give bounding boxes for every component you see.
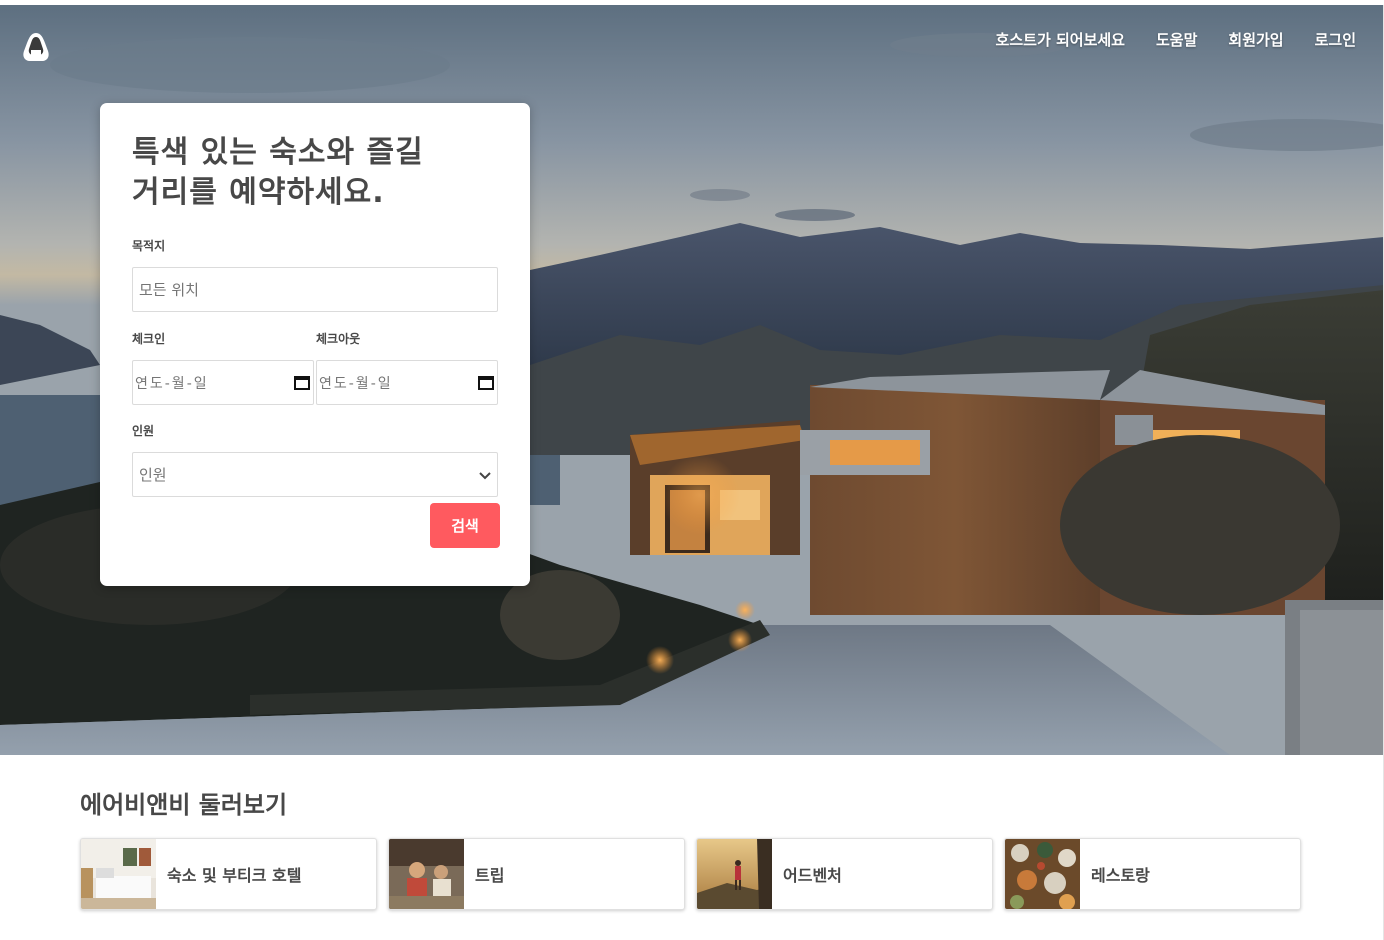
checkin-date-input[interactable]: 연도-월-일 [132, 360, 314, 405]
top-navigation: 호스트가 되어보세요 도움말 회원가입 로그인 [996, 29, 1356, 50]
food-table-photo-icon [1005, 839, 1080, 909]
destination-placeholder: 모든 위치 [139, 281, 199, 299]
guests-label: 인원 [132, 424, 155, 438]
destination-label: 목적지 [132, 239, 166, 253]
explore-card-label: 트립 [475, 866, 505, 885]
airbnb-logo-icon[interactable] [22, 31, 50, 63]
search-button[interactable]: 검색 [430, 503, 500, 548]
hiker-sunset-photo-icon [697, 839, 772, 909]
date-row: 체크인 연도-월-일 체크아웃 연도-월-일 [132, 330, 498, 405]
checkout-date-input[interactable]: 연도-월-일 [316, 360, 498, 405]
explore-card-adventures[interactable]: 어드벤처 [696, 838, 993, 910]
checkout-label: 체크아웃 [316, 332, 361, 346]
explore-card-label: 숙소 및 부티크 호텔 [167, 866, 302, 885]
calendar-icon[interactable] [294, 375, 310, 390]
nav-link-login[interactable]: 로그인 [1315, 29, 1356, 50]
guests-select[interactable]: 인원 [132, 452, 498, 497]
bedroom-photo-icon [81, 839, 156, 909]
calendar-icon[interactable] [478, 375, 494, 390]
guests-selected-value: 인원 [139, 466, 167, 484]
explore-card-label: 레스토랑 [1091, 866, 1150, 885]
explore-title: 에어비앤비 둘러보기 [80, 791, 288, 819]
cooking-class-photo-icon [389, 839, 464, 909]
destination-input[interactable]: 모든 위치 [132, 267, 498, 312]
explore-card-restaurants[interactable]: 레스토랑 [1004, 838, 1301, 910]
checkout-placeholder: 연도-월-일 [319, 375, 393, 392]
nav-link-signup[interactable]: 회원가입 [1228, 29, 1283, 50]
explore-card-label: 어드벤처 [783, 866, 842, 885]
explore-cards: 숙소 및 부티크 호텔 트립 어드벤처 레스토랑 [80, 838, 1301, 910]
nav-link-help[interactable]: 도움말 [1156, 29, 1197, 50]
chevron-down-icon [479, 466, 491, 484]
search-headline: 특색 있는 숙소와 즐길 거리를 예약하세요. [132, 135, 424, 210]
explore-card-trips[interactable]: 트립 [388, 838, 685, 910]
explore-card-stays[interactable]: 숙소 및 부티크 호텔 [80, 838, 377, 910]
search-card: 특색 있는 숙소와 즐길 거리를 예약하세요. 목적지 모든 위치 체크인 연도… [100, 103, 530, 586]
checkin-label: 체크인 [132, 332, 166, 346]
checkin-placeholder: 연도-월-일 [135, 375, 209, 392]
nav-link-become-host[interactable]: 호스트가 되어보세요 [996, 29, 1125, 50]
